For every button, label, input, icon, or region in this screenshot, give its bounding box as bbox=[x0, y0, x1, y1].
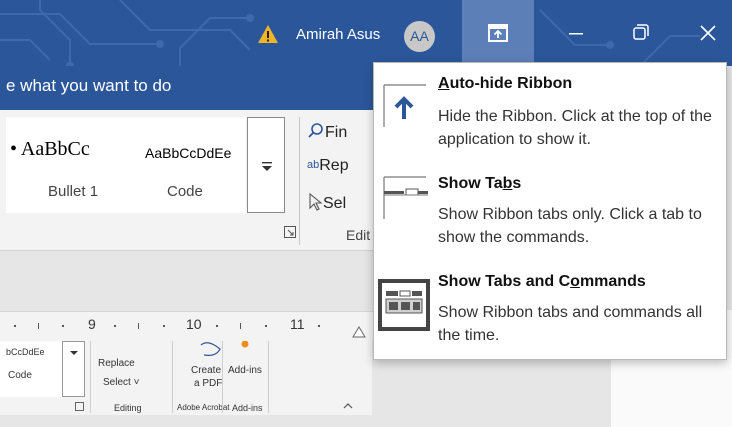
ribbon-display-options-button[interactable] bbox=[462, 0, 534, 66]
addins-icon bbox=[241, 341, 249, 348]
mini-group-addins: Add-ins bbox=[232, 403, 263, 413]
ruler-dot bbox=[216, 325, 218, 327]
search-icon bbox=[308, 123, 323, 138]
tell-me-search[interactable]: e what you want to do bbox=[6, 76, 171, 96]
ruler-tick bbox=[38, 323, 39, 329]
mini-create-line1: Create bbox=[191, 365, 222, 376]
ribbon-display-options-menu: Auto-hide Ribbon Hide the Ribbon. Click … bbox=[373, 62, 727, 360]
ruler-label: 9 bbox=[88, 316, 96, 332]
mini-launcher-icon bbox=[75, 402, 84, 411]
more-icon bbox=[262, 162, 272, 171]
select-label: Sel bbox=[323, 195, 347, 212]
auto-hide-ribbon-icon bbox=[383, 84, 426, 127]
collapse-ribbon-icon bbox=[343, 403, 353, 409]
menu-item-show-tabs-and-commands[interactable]: Show Tabs and Commands Show Ribbon tabs … bbox=[374, 261, 726, 359]
style-label-code: Code bbox=[167, 183, 203, 200]
styles-dialog-launcher-icon[interactable] bbox=[284, 226, 296, 238]
find-label: Fin bbox=[325, 124, 348, 141]
menu-item-title: Auto-hide Ribbon bbox=[438, 75, 573, 92]
cursor-arrow-icon bbox=[309, 192, 323, 211]
minimize-icon bbox=[569, 33, 583, 35]
menu-item-show-tabs[interactable]: Show Tabs Show Ribbon tabs only. Click a… bbox=[374, 163, 726, 259]
menu-item-auto-hide-ribbon[interactable]: Auto-hide Ribbon Hide the Ribbon. Click … bbox=[374, 63, 726, 161]
title-bar: Amirah Asus AA bbox=[0, 0, 732, 66]
warning-icon[interactable] bbox=[257, 24, 279, 44]
minimize-button[interactable] bbox=[550, 0, 600, 66]
restore-icon bbox=[633, 24, 649, 40]
editing-group-label: Edit bbox=[346, 227, 371, 243]
mini-create-line2: a PDF bbox=[194, 378, 223, 389]
styles-more-button[interactable] bbox=[247, 117, 285, 213]
mini-separator bbox=[90, 341, 91, 413]
mini-group-editing: Editing bbox=[114, 403, 142, 413]
mini-addins: Add-ins bbox=[228, 365, 262, 376]
avatar[interactable]: AA bbox=[404, 21, 435, 52]
mini-separator bbox=[172, 341, 173, 413]
replace-icon: ab bbox=[307, 159, 320, 171]
find-button[interactable]: Fin bbox=[307, 122, 347, 142]
ruler-label: 10 bbox=[186, 316, 202, 332]
menu-item-description: Show Ribbon tabs only. Click a tab to sh… bbox=[438, 206, 702, 246]
mini-style-label: Code bbox=[8, 370, 32, 381]
ribbon-display-icon bbox=[488, 24, 508, 42]
style-sample-code[interactable]: AaBbCcDdEe bbox=[145, 145, 231, 161]
ruler-dot bbox=[265, 325, 267, 327]
ribbon-separator bbox=[299, 117, 300, 245]
ruler-tick bbox=[240, 323, 241, 329]
create-pdf-icon bbox=[200, 342, 221, 356]
menu-item-title: Show Tabs and Commands bbox=[438, 273, 646, 290]
mini-separator bbox=[222, 341, 223, 413]
menu-item-title: Show Tabs bbox=[438, 175, 522, 192]
mini-more-button bbox=[62, 341, 85, 397]
style-sample-bullet[interactable]: • AaBbCc bbox=[10, 138, 90, 161]
select-button[interactable]: Sel bbox=[307, 192, 347, 213]
show-tabs-commands-icon bbox=[382, 283, 426, 327]
ruler-tick bbox=[138, 323, 139, 329]
ruler-dot bbox=[14, 325, 16, 327]
mini-select: Select ˅ bbox=[103, 377, 140, 388]
menu-item-description: Hide the Ribbon. Click at the top of the… bbox=[438, 108, 712, 148]
document-background bbox=[0, 251, 380, 311]
mini-separator bbox=[268, 341, 269, 413]
user-name[interactable]: Amirah Asus bbox=[296, 26, 380, 43]
ruler-dot bbox=[318, 325, 320, 327]
ruler-dot bbox=[163, 325, 165, 327]
show-tabs-icon bbox=[383, 176, 428, 219]
style-label-bullet-1: Bullet 1 bbox=[48, 183, 99, 200]
replace-button[interactable]: abRep bbox=[307, 157, 349, 175]
menu-item-description: Show Ribbon tabs and commands all the ti… bbox=[438, 304, 703, 344]
mini-replace: Replace bbox=[98, 358, 135, 369]
ruler-label: 11 bbox=[290, 316, 305, 332]
styles-gallery[interactable] bbox=[6, 117, 246, 213]
close-button[interactable] bbox=[682, 0, 732, 66]
restore-button[interactable] bbox=[615, 0, 665, 66]
mini-style-sample: bCcDdEe bbox=[6, 347, 45, 357]
replace-label: Rep bbox=[319, 157, 349, 174]
more-icon bbox=[70, 351, 78, 355]
indent-marker-icon[interactable] bbox=[352, 326, 366, 338]
close-icon bbox=[700, 25, 716, 41]
ruler-dot bbox=[62, 325, 64, 327]
ruler-dot bbox=[114, 325, 116, 327]
